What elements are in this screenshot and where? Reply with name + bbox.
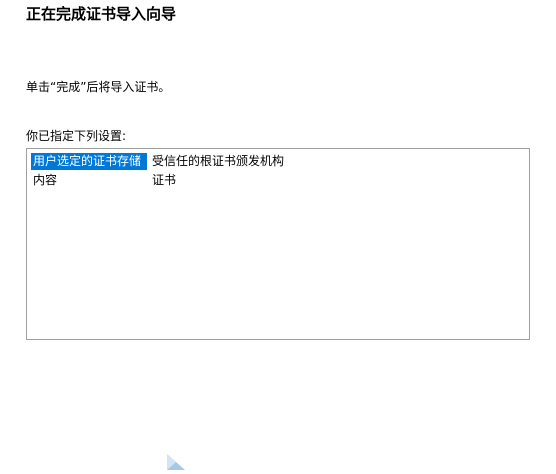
settings-row-store[interactable]: 用户选定的证书存储 受信任的根证书颁发机构	[31, 152, 529, 171]
instruction-text: 单击“完成”后将导入证书。	[26, 80, 171, 94]
settings-value-store: 受信任的根证书颁发机构	[152, 154, 285, 168]
settings-label: 你已指定下列设置:	[26, 129, 127, 143]
settings-list[interactable]: 用户选定的证书存储 受信任的根证书颁发机构 内容 证书	[26, 148, 530, 340]
settings-value-content: 证书	[152, 173, 177, 187]
triangle-corner-icon	[167, 454, 187, 474]
settings-key-content: 内容	[33, 173, 58, 187]
page-title: 正在完成证书导入向导	[26, 5, 177, 23]
settings-row-content[interactable]: 内容 证书	[31, 171, 529, 190]
settings-key-store: 用户选定的证书存储	[31, 153, 147, 170]
